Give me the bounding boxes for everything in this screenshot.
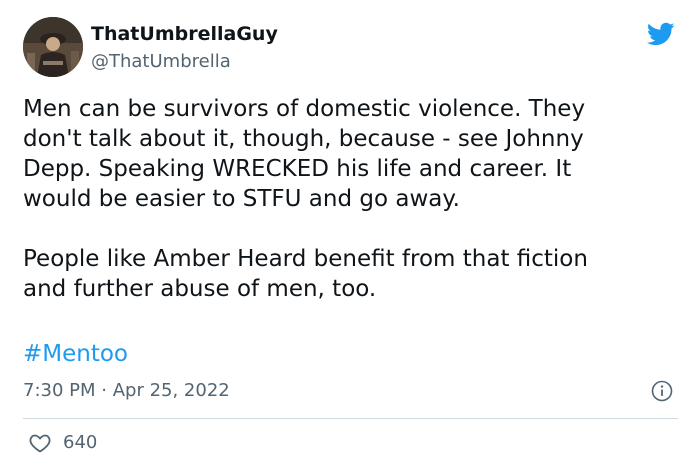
hashtag-link[interactable]: #Mentoo	[23, 339, 128, 369]
meta-separator: ·	[95, 380, 113, 401]
avatar-image	[23, 17, 83, 77]
like-count: 640	[63, 432, 98, 453]
tweet-text: Men can be survivors of domestic violenc…	[23, 96, 588, 302]
tweet-date[interactable]: Apr 25, 2022	[113, 380, 230, 401]
avatar[interactable]	[23, 17, 83, 77]
author-display-name[interactable]: ThatUmbrellaGuy	[91, 22, 278, 46]
heart-icon[interactable]	[28, 431, 52, 455]
divider	[23, 418, 678, 419]
tweet-time[interactable]: 7:30 PM	[23, 380, 96, 401]
tweet-timestamp: 7:30 PM · Apr 25, 2022	[23, 378, 230, 404]
twitter-bird-icon[interactable]	[645, 20, 677, 48]
author-handle[interactable]: @ThatUmbrella	[91, 50, 231, 74]
info-icon[interactable]	[650, 379, 674, 403]
tweet-card: ThatUmbrellaGuy @ThatUmbrella Men can be…	[0, 0, 700, 471]
